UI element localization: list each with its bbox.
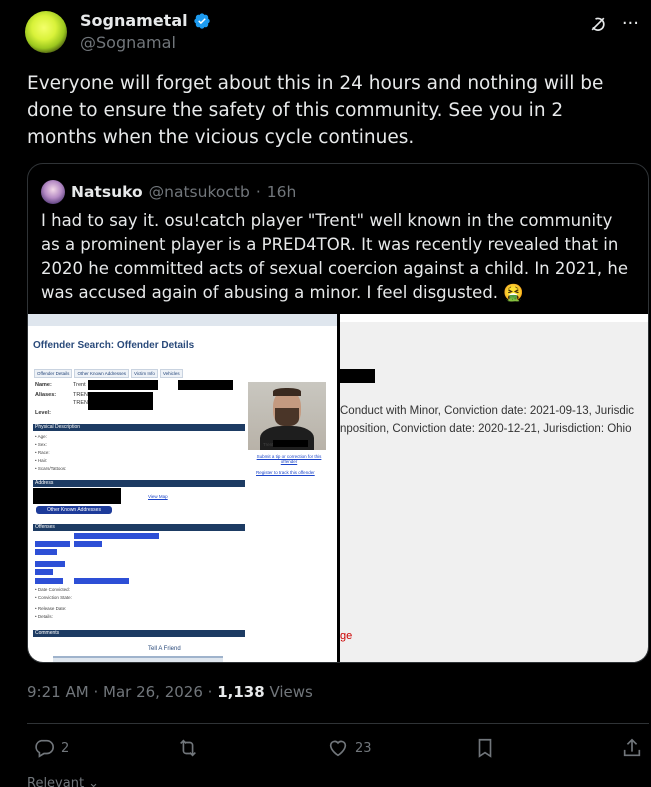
photo-caption: Trent [263, 442, 274, 447]
quote-time: 16h [266, 183, 297, 201]
physical-description-bar: Physical Description [33, 424, 245, 431]
share-icon [623, 738, 641, 757]
quote-avatar [41, 180, 65, 204]
top-actions: ··· [588, 14, 639, 34]
quote-separator: · [255, 183, 261, 201]
level-label: Level: [35, 410, 51, 416]
detail-line: • Sex: [35, 442, 47, 447]
photo-beard [275, 408, 299, 426]
action-bar: 2 23 [27, 737, 649, 763]
offense-highlight [74, 541, 102, 547]
tab-victim-info: Victim Info [130, 369, 158, 378]
aliases-label: Aliases: [35, 392, 57, 398]
detail-line: • Details: [35, 614, 53, 619]
repost-button[interactable] [177, 737, 205, 759]
heart-icon [329, 740, 347, 757]
offense-highlight [74, 578, 129, 584]
name-label: Name: [35, 382, 52, 388]
repost-icon [180, 739, 196, 757]
quote-text: I had to say it. osu!catch player "Trent… [41, 211, 628, 302]
bookmark-button[interactable] [474, 737, 496, 759]
detail-line: • Scars/Tattoos: [35, 466, 67, 471]
detail-line: • Hair: [35, 458, 48, 463]
offender-heading: Offender Search: Offender Details [33, 340, 195, 351]
offense-highlight [74, 533, 159, 539]
detail-line: • Release Date: [35, 606, 67, 611]
offense-highlight [35, 569, 53, 575]
reply-icon [35, 739, 54, 758]
offender-tabs: Offender Details Other Known Addresses V… [34, 369, 183, 378]
divider [27, 723, 649, 724]
quote-image-right[interactable]: Conduct with Minor, Conviction date: 202… [340, 314, 648, 662]
share-button[interactable] [621, 737, 643, 759]
offense-highlight [35, 549, 57, 555]
author-name-row[interactable]: Sognametal [80, 11, 211, 30]
redaction-box [178, 380, 233, 390]
level-row: Level: [35, 410, 73, 416]
author-handle[interactable]: @Sognamal [80, 33, 211, 52]
like-count: 23 [355, 740, 372, 756]
address-bar: Address [33, 480, 245, 487]
right-top-strip [340, 314, 648, 322]
detail-line: • Race: [35, 450, 50, 455]
tweet-meta: 9:21 AM · Mar 26, 2026 · 1,138 Views [27, 683, 313, 701]
name-row: Name: Trent [35, 382, 86, 388]
redaction-box [340, 369, 375, 383]
verified-badge-icon [193, 12, 210, 29]
reply-button[interactable]: 2 [33, 737, 69, 759]
conviction-line-1: Conduct with Minor, Conviction date: 202… [340, 405, 635, 417]
author-avatar[interactable] [25, 11, 67, 53]
grok-icon[interactable] [588, 14, 608, 34]
sort-relevant-dropdown[interactable]: Relevant ⌄ [27, 776, 99, 787]
red-link-text: ge [340, 630, 353, 642]
name-value: Trent [73, 382, 86, 388]
tab-other-addresses: Other Known Addresses [74, 369, 129, 378]
redaction-box [88, 380, 158, 390]
redaction-box [273, 440, 308, 447]
redaction-box [33, 488, 121, 504]
quoted-tweet[interactable]: Natsuko @natsukoctb · 16h I had to say i… [27, 163, 649, 663]
tweet-date[interactable]: Mar 26, 2026 [103, 683, 203, 701]
bookmark-icon [478, 738, 492, 758]
meta-dot: · [207, 683, 213, 701]
tab-offender-details: Offender Details [34, 369, 73, 378]
comments-bar: Comments [33, 630, 245, 637]
offense-highlight [35, 561, 65, 567]
detail-line: • Age: [35, 434, 47, 439]
author-block: Sognametal @Sognamal [80, 11, 211, 52]
photo-hair [273, 388, 301, 396]
views-label: Views [269, 683, 313, 701]
register-track-link[interactable]: Register to track this offender [256, 470, 315, 475]
quote-image-left[interactable]: Offender Search: Offender Details Offend… [28, 314, 337, 662]
quote-header: Natsuko @natsukoctb · 16h [41, 180, 296, 204]
like-button[interactable]: 23 [327, 737, 372, 759]
quote-author-name: Natsuko [71, 183, 143, 201]
detail-line: • Date Convicted: [35, 587, 70, 592]
more-icon[interactable]: ··· [622, 15, 639, 33]
site-topbar [28, 314, 337, 326]
offenses-bar: Offenses [33, 524, 245, 531]
submit-tip-link[interactable]: Submit a tip or correction for this offe… [254, 454, 324, 464]
aliases-row: Aliases: TRENT [35, 392, 91, 398]
offense-highlight [35, 541, 70, 547]
conviction-line-2: nposition, Conviction date: 2020-12-21, … [340, 423, 632, 435]
quote-media[interactable]: Offender Search: Offender Details Offend… [28, 314, 648, 662]
meta-dot: · [93, 683, 99, 701]
other-addresses-button[interactable]: Other Known Addresses [36, 506, 112, 514]
offense-highlight [35, 578, 63, 584]
tweet-time[interactable]: 9:21 AM [27, 683, 89, 701]
tweet-text: Everyone will forget about this in 24 ho… [27, 73, 604, 148]
detail-line: • Conviction State: [35, 595, 72, 600]
redaction-box [88, 392, 153, 410]
views-count: 1,138 [217, 683, 265, 701]
quote-author-handle: @natsukoctb [148, 183, 250, 201]
tell-friend-box [53, 656, 223, 662]
tab-vehicles: Vehicles [159, 369, 183, 378]
reply-count: 2 [61, 740, 70, 756]
author-name[interactable]: Sognametal [80, 11, 188, 30]
tell-friend[interactable]: Tell A Friend [148, 646, 181, 652]
view-map-link[interactable]: View Map [148, 494, 168, 499]
